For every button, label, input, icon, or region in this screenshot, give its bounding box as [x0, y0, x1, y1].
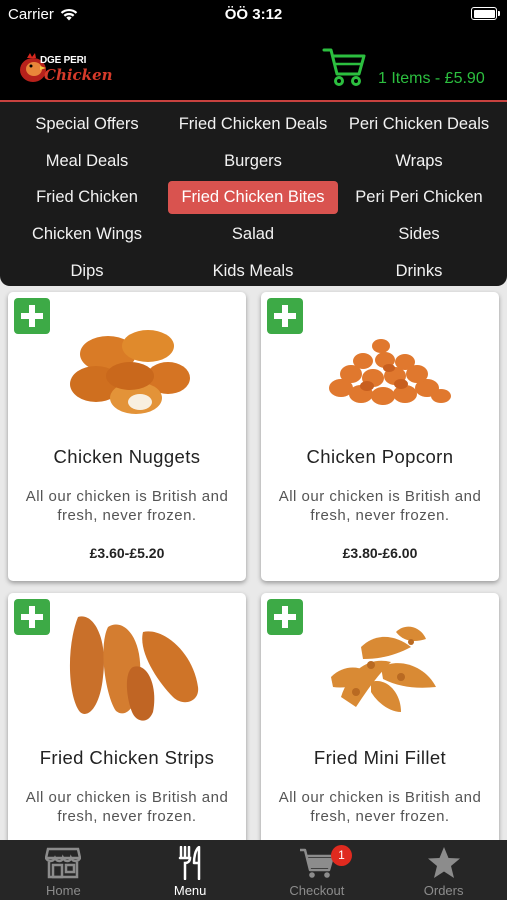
category-chicken-wings[interactable]: Chicken Wings [4, 216, 170, 253]
category-peri-chicken-deals[interactable]: Peri Chicken Deals [336, 106, 502, 143]
product-name: Chicken Popcorn [306, 446, 454, 467]
product-card[interactable]: Chicken Nuggets All our chicken is Briti… [8, 292, 246, 581]
category-label: Burgers [224, 151, 282, 170]
logo-line2: Chicken [44, 66, 113, 84]
category-fried-chicken-deals[interactable]: Fried Chicken Deals [170, 106, 336, 143]
tab-home[interactable]: Home [0, 840, 127, 900]
category-kids-meals[interactable]: Kids Meals [170, 253, 336, 290]
tab-label: Checkout [289, 883, 345, 898]
category-salad[interactable]: Salad [170, 216, 336, 253]
category-label: Salad [231, 224, 275, 243]
product-name: Fried Chicken Strips [39, 747, 215, 768]
chicken-strips-image [69, 616, 199, 721]
chicken-nuggets-image [70, 330, 190, 414]
category-sides[interactable]: Sides [336, 216, 502, 253]
product-description: All our chicken is British and fresh, ne… [25, 789, 229, 825]
tab-label: Orders [423, 883, 464, 898]
status-bar: Carrier ÖÖ 3:12 [0, 0, 507, 30]
category-label: Fried Chicken Bites [168, 181, 338, 215]
cart-icon [299, 848, 335, 878]
chicken-popcorn-image [329, 339, 451, 405]
category-label: Special Offers [35, 114, 139, 133]
category-label: Fried Chicken Deals [178, 114, 328, 133]
category-dips[interactable]: Dips [4, 253, 170, 290]
category-label: Drinks [395, 261, 443, 280]
tab-checkout[interactable]: Checkout [254, 840, 381, 900]
product-card[interactable]: Fried Chicken Strips All our chicken is … [8, 593, 246, 840]
category-label: Meal Deals [45, 151, 129, 170]
product-price: £3.60-£5.20 [89, 545, 165, 561]
battery-icon [471, 7, 500, 20]
category-fried-chicken-bites[interactable]: Fried Chicken Bites [168, 179, 338, 216]
brand-logo[interactable]: DGE PERI Chicken [18, 50, 113, 86]
category-wraps[interactable]: Wraps [336, 143, 502, 180]
category-label: Kids Meals [212, 261, 294, 280]
product-card[interactable]: Chicken Popcorn All our chicken is Briti… [261, 292, 499, 581]
product-grid: Chicken Nuggets All our chicken is Briti… [0, 290, 507, 840]
category-menu: Special Offers Fried Chicken Deals Peri Ch… [0, 102, 507, 286]
category-peri-peri-chicken[interactable]: Peri Peri Chicken [336, 179, 502, 216]
category-label: Wraps [395, 151, 443, 170]
category-fried-chicken[interactable]: Fried Chicken [4, 179, 170, 216]
category-label: Chicken Wings [31, 224, 143, 243]
add-icon[interactable] [14, 298, 50, 334]
tab-orders[interactable]: Orders [380, 840, 507, 900]
cart-summary[interactable]: 1 Items - £5.90 [378, 70, 485, 88]
tab-label: Home [46, 883, 81, 898]
category-meal-deals[interactable]: Meal Deals [4, 143, 170, 180]
logo-line1: DGE PERI [40, 55, 87, 66]
cart-icon[interactable] [322, 44, 366, 88]
category-label: Dips [70, 261, 104, 280]
product-description: All our chicken is British and fresh, ne… [25, 488, 229, 524]
star-icon [427, 847, 460, 878]
add-icon[interactable] [267, 599, 303, 635]
category-label: Peri Chicken Deals [348, 114, 490, 133]
category-special-offers[interactable]: Special Offers [4, 106, 170, 143]
checkout-badge: 1 [331, 845, 352, 866]
product-description: All our chicken is British and fresh, ne… [278, 488, 482, 524]
tab-label: Menu [173, 883, 207, 898]
product-description: All our chicken is British and fresh, ne… [278, 789, 482, 825]
category-label: Peri Peri Chicken [355, 188, 483, 207]
category-grid: Special Offers Fried Chicken Deals Peri Ch… [4, 106, 503, 289]
category-drinks[interactable]: Drinks [336, 253, 502, 290]
product-name: Fried Mini Fillet [313, 747, 447, 768]
add-icon[interactable] [267, 298, 303, 334]
mini-fillet-image [331, 626, 436, 712]
category-label: Sides [398, 224, 440, 243]
clock: ÖÖ 3:12 [224, 6, 283, 23]
product-card[interactable]: Fried Mini Fillet All our chicken is Bri… [261, 593, 499, 840]
product-name: Chicken Nuggets [53, 446, 201, 467]
tab-menu[interactable]: Menu [127, 840, 254, 900]
cutlery-icon [178, 846, 201, 880]
category-label: Fried Chicken [36, 188, 138, 207]
tab-bar: Home Menu Checkout Orders [0, 840, 507, 900]
product-price: £3.80-£6.00 [342, 545, 418, 561]
add-icon[interactable] [14, 599, 50, 635]
category-burgers[interactable]: Burgers [170, 143, 336, 180]
store-icon [45, 847, 82, 879]
app-header: DGE PERI Chicken 1 Items - £5.90 [0, 30, 507, 100]
